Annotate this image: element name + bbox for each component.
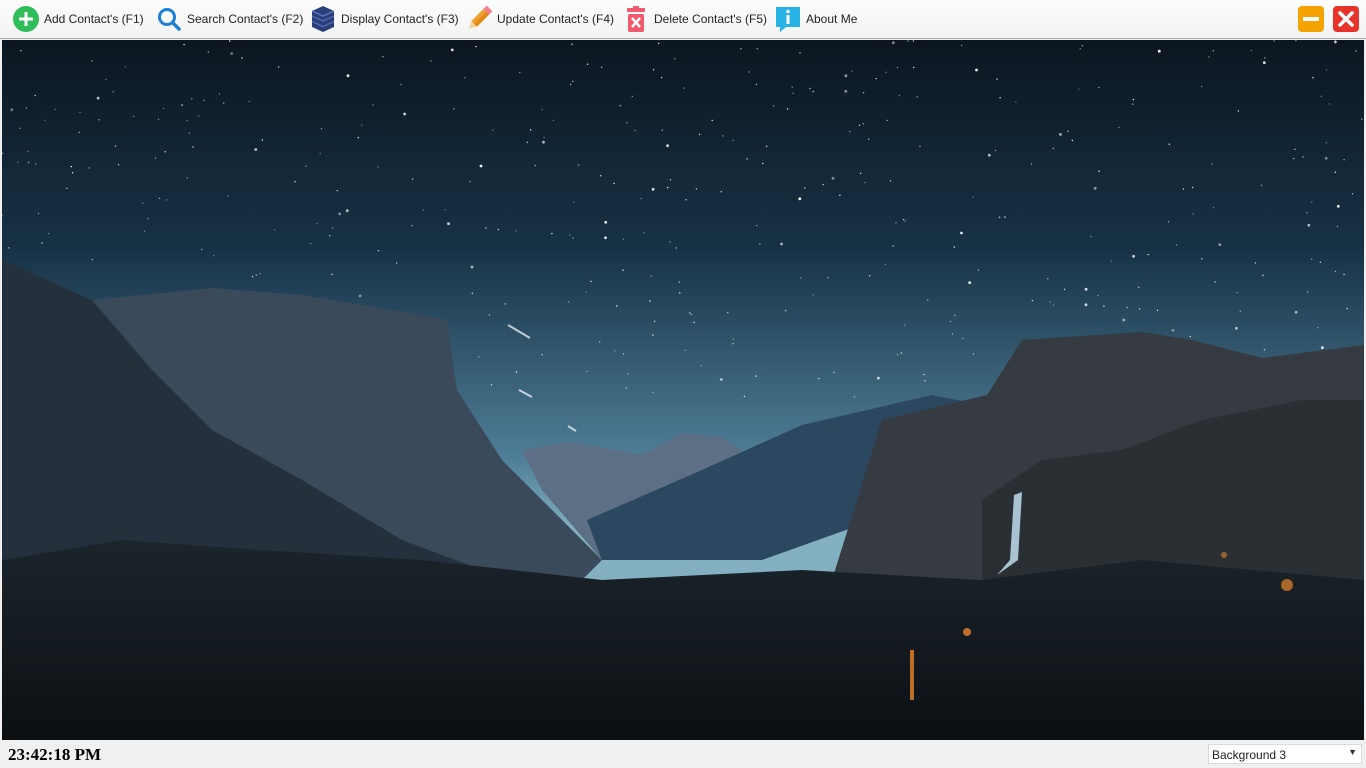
delete-contact-button[interactable]: Delete Contact's (F5) [622, 4, 767, 34]
plus-circle-icon [13, 6, 39, 32]
add-contact-label: Add Contact's (F1) [44, 12, 144, 26]
status-bar: 23:42:18 PM [0, 740, 1366, 768]
background-image [2, 40, 1364, 740]
delete-contact-label: Delete Contact's (F5) [654, 12, 767, 26]
update-contact-button[interactable]: Update Contact's (F4) [465, 4, 614, 34]
night-valley-landscape [2, 40, 1364, 740]
about-me-button[interactable]: About Me [774, 4, 857, 34]
display-contact-button[interactable]: Display Contact's (F3) [309, 4, 459, 34]
toolbar: Add Contact's (F1) Search Contact's (F2)… [0, 0, 1366, 39]
display-contact-label: Display Contact's (F3) [341, 12, 459, 26]
background-select-value: Background 3 [1212, 748, 1287, 762]
info-icon [776, 7, 800, 32]
database-icon [311, 6, 335, 32]
search-contact-button[interactable]: Search Contact's (F2) [155, 4, 303, 34]
minimize-button[interactable] [1297, 5, 1325, 33]
pencil-icon [469, 5, 493, 29]
close-button[interactable] [1332, 5, 1360, 33]
clock-label: 23:42:18 PM [8, 745, 102, 764]
minimize-icon [1298, 6, 1324, 32]
trash-icon [627, 6, 645, 32]
close-icon [1333, 6, 1359, 32]
about-me-label: About Me [806, 12, 858, 26]
add-contact-button[interactable]: Add Contact's (F1) [12, 4, 144, 34]
background-select[interactable]: Background 3 ▼ [1208, 744, 1362, 764]
chevron-down-icon: ▼ [1348, 747, 1357, 757]
search-icon [158, 8, 181, 31]
update-contact-label: Update Contact's (F4) [497, 12, 615, 26]
search-contact-label: Search Contact's (F2) [187, 12, 304, 26]
